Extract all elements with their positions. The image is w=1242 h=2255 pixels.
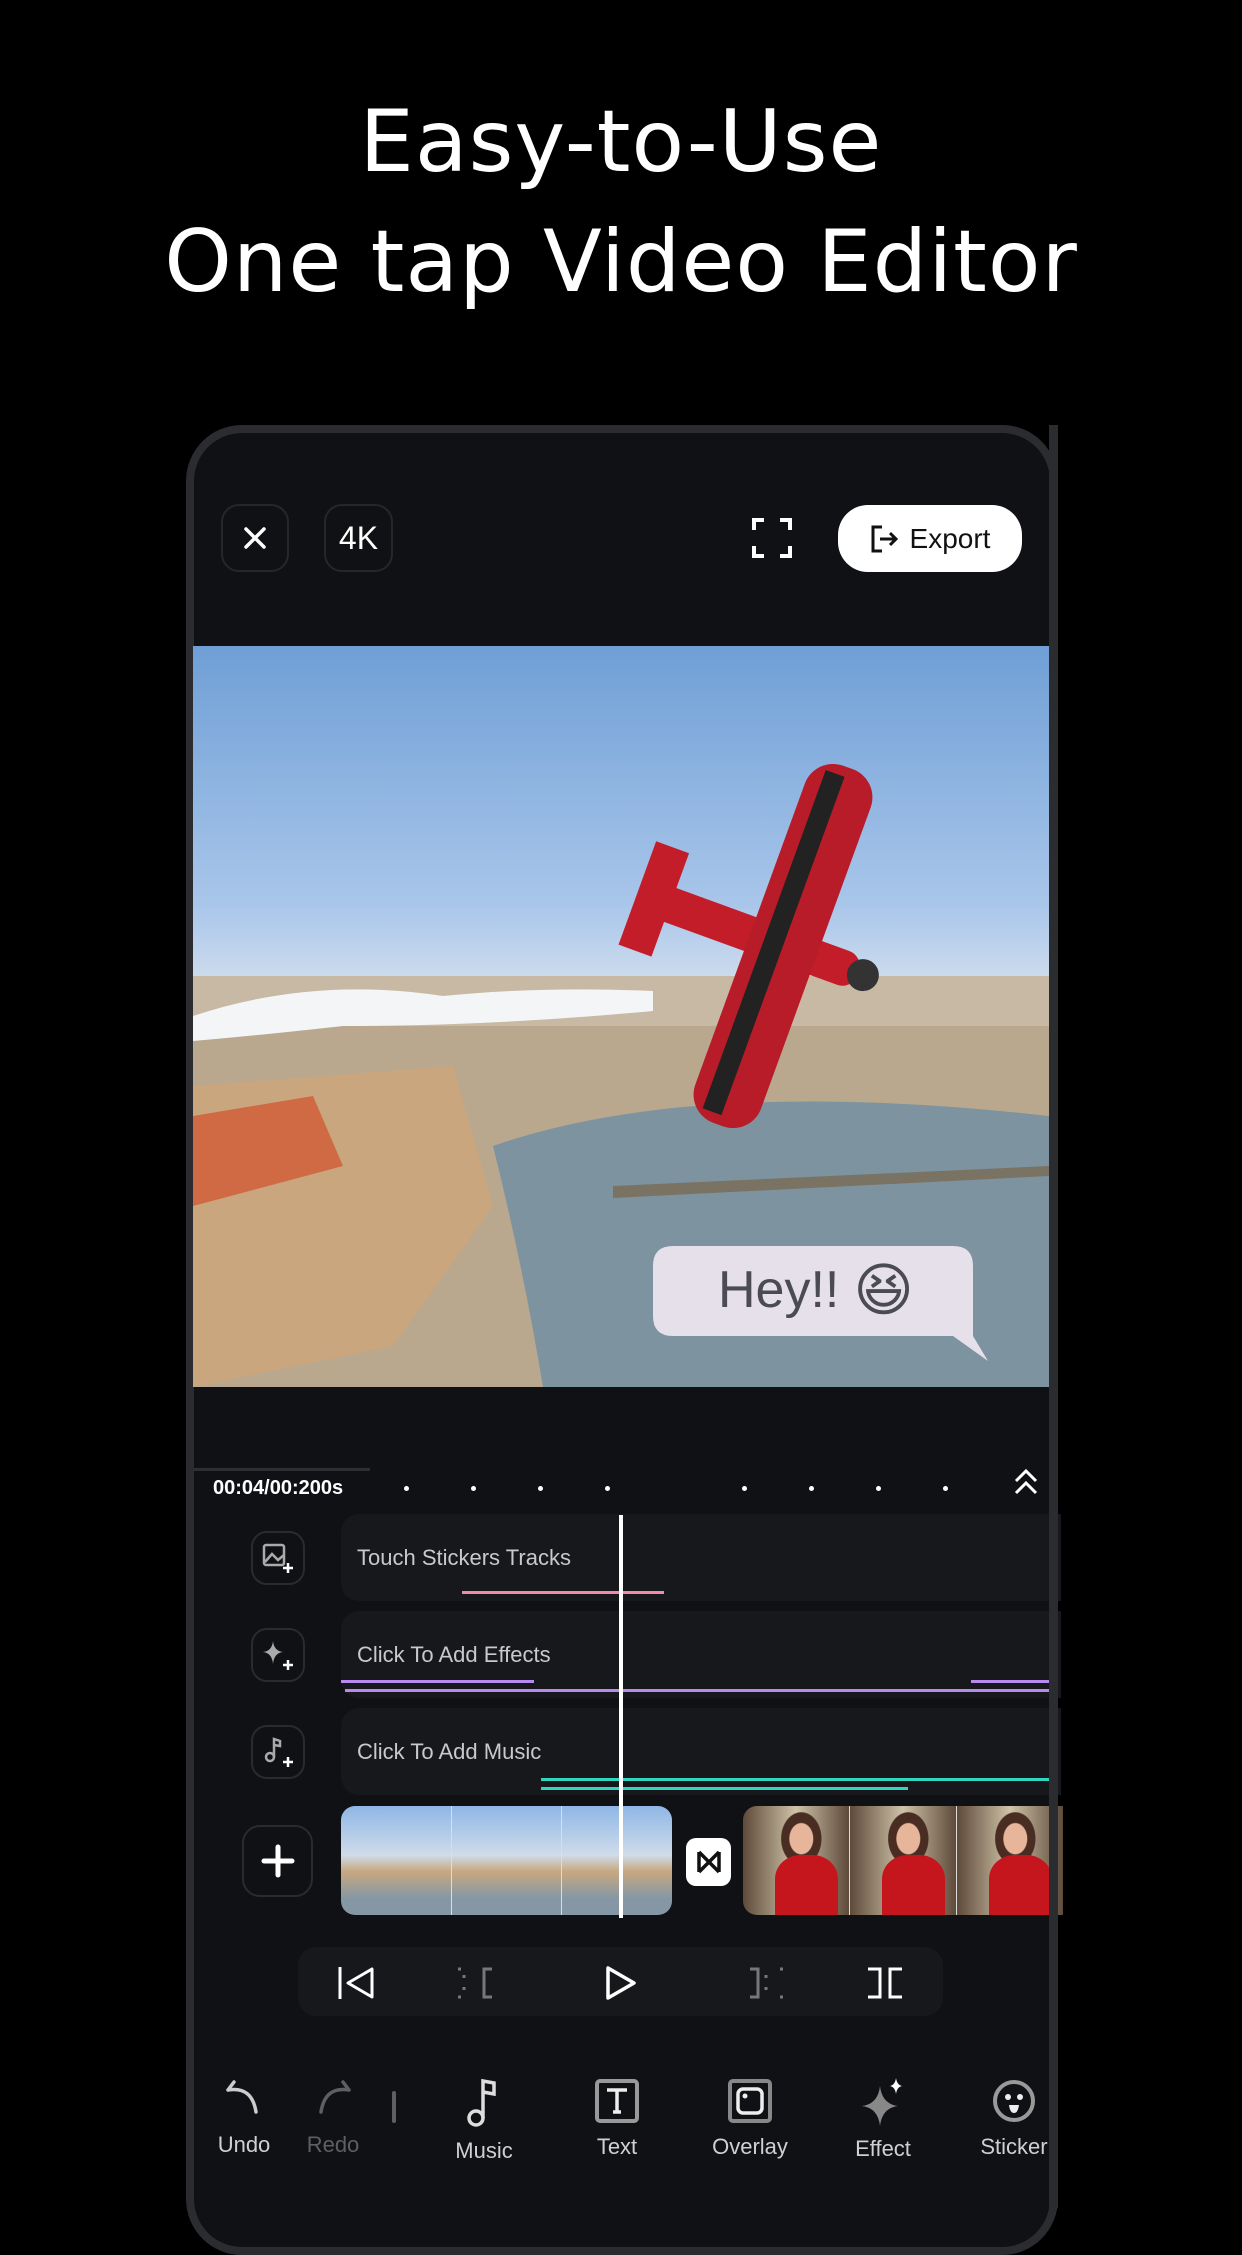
ruler-dot [605, 1486, 610, 1491]
resolution-button[interactable]: 4K [324, 504, 393, 572]
text-sticker-bubble[interactable]: Hey!! 😆 [718, 1256, 914, 1324]
play-icon [606, 1966, 636, 2000]
double-chevron-up-icon [1014, 1468, 1038, 1495]
laughing-emoji: 😆 [853, 1258, 914, 1323]
overlay-tool-button[interactable]: Overlay [695, 2078, 805, 2160]
video-frame-image [193, 763, 1049, 1387]
undo-label: Undo [217, 2132, 271, 2157]
sticker-track-label: Touch Stickers Tracks [357, 1544, 571, 1570]
clip-thumbnail [341, 1806, 452, 1915]
collapse-button[interactable] [1012, 1468, 1040, 1501]
clip-thumbnail [957, 1806, 1063, 1915]
clip-thumbnail [850, 1806, 957, 1915]
bubble-text: Hey!! [718, 1261, 840, 1319]
effect-clip-bar[interactable] [971, 1680, 1051, 1683]
skip-to-start-button[interactable] [336, 1965, 376, 2006]
video-preview[interactable]: Hey!! 😆 [193, 646, 1049, 1387]
plus-icon [261, 1844, 294, 1878]
toolbar-divider [392, 2091, 396, 2123]
playhead[interactable] [619, 1515, 623, 1918]
export-icon [871, 525, 898, 552]
export-button[interactable]: Export [838, 505, 1022, 572]
sticker-face-icon [993, 2080, 1035, 2122]
music-tool-button[interactable]: Music [429, 2078, 539, 2164]
split-icon [868, 1967, 902, 1999]
ruler-dot [809, 1486, 814, 1491]
phone-frame-edge [1049, 425, 1058, 2208]
export-label: Export [909, 522, 991, 554]
redo-label: Redo [306, 2132, 360, 2157]
skip-start-icon [338, 1967, 374, 1999]
effect-track[interactable]: Click To Add Effects [341, 1611, 1061, 1698]
split-start-button[interactable] [456, 1967, 496, 2004]
music-tool-label: Music [455, 2138, 513, 2163]
effect-clip-bar[interactable] [341, 1680, 534, 1683]
split-button[interactable] [864, 1967, 906, 2004]
overlay-icon [728, 2079, 772, 2123]
play-button[interactable] [604, 1965, 638, 2006]
music-add-icon [264, 1737, 293, 1767]
sticker-track[interactable]: Touch Stickers Tracks [341, 1514, 1061, 1601]
undo-icon [226, 2080, 258, 2114]
effect-tool-label: Effect [855, 2136, 911, 2161]
fullscreen-icon [752, 518, 792, 558]
music-track-label: Click To Add Music [357, 1738, 542, 1764]
trim-right-icon [750, 1967, 784, 1999]
ruler-dot [471, 1486, 476, 1491]
close-icon [244, 527, 266, 549]
phone-edge-mask [1049, 2060, 1242, 2208]
ruler-dot [404, 1486, 409, 1491]
video-clip-portrait[interactable] [743, 1806, 1063, 1915]
text-tool-button[interactable]: Text [562, 2078, 672, 2160]
text-icon [595, 2079, 639, 2123]
add-music-button[interactable] [251, 1725, 305, 1779]
timeline-progress-track [194, 1468, 370, 1471]
fullscreen-button[interactable] [752, 518, 792, 558]
effect-tool-button[interactable]: Effect [828, 2078, 938, 2162]
effect-clip-bar[interactable] [345, 1689, 1051, 1692]
headline-line2: One tap Video Editor [164, 212, 1078, 312]
music-track[interactable]: Click To Add Music [341, 1708, 1061, 1795]
ruler-dot [538, 1486, 543, 1491]
effect-add-icon [263, 1641, 293, 1670]
ruler-dot [943, 1486, 948, 1491]
headline-line1: Easy-to-Use [359, 92, 883, 192]
clip-thumbnail [743, 1806, 850, 1915]
clip-thumbnail [451, 1806, 563, 1915]
trim-left-icon [458, 1967, 492, 1999]
text-tool-label: Text [596, 2134, 638, 2159]
effect-track-label: Click To Add Effects [357, 1641, 551, 1667]
ruler-dot [876, 1486, 881, 1491]
add-clip-button[interactable] [242, 1825, 313, 1897]
sticker-clip-bar[interactable] [462, 1591, 664, 1594]
ruler-dot [742, 1486, 747, 1491]
sparkle-icon [862, 2078, 902, 2126]
time-readout: 00:04/00:200s [213, 1477, 344, 1499]
sticker-tool-label: Sticker [980, 2134, 1048, 2159]
transition-button[interactable] [686, 1838, 731, 1886]
sticker-add-icon [262, 1543, 293, 1573]
music-clip-bar[interactable] [541, 1778, 1051, 1781]
redo-icon [319, 2080, 351, 2114]
redo-button[interactable]: Redo [278, 2078, 388, 2158]
music-note-icon [467, 2078, 496, 2127]
close-button[interactable] [221, 504, 289, 572]
split-end-button[interactable] [746, 1967, 786, 2004]
transition-icon [696, 1850, 721, 1874]
clip-thumbnail [562, 1806, 672, 1915]
add-effect-button[interactable] [251, 1628, 305, 1682]
add-sticker-button[interactable] [251, 1531, 305, 1585]
music-clip-bar[interactable] [541, 1787, 908, 1790]
resolution-label: 4K [338, 519, 379, 556]
overlay-tool-label: Overlay [712, 2134, 788, 2159]
